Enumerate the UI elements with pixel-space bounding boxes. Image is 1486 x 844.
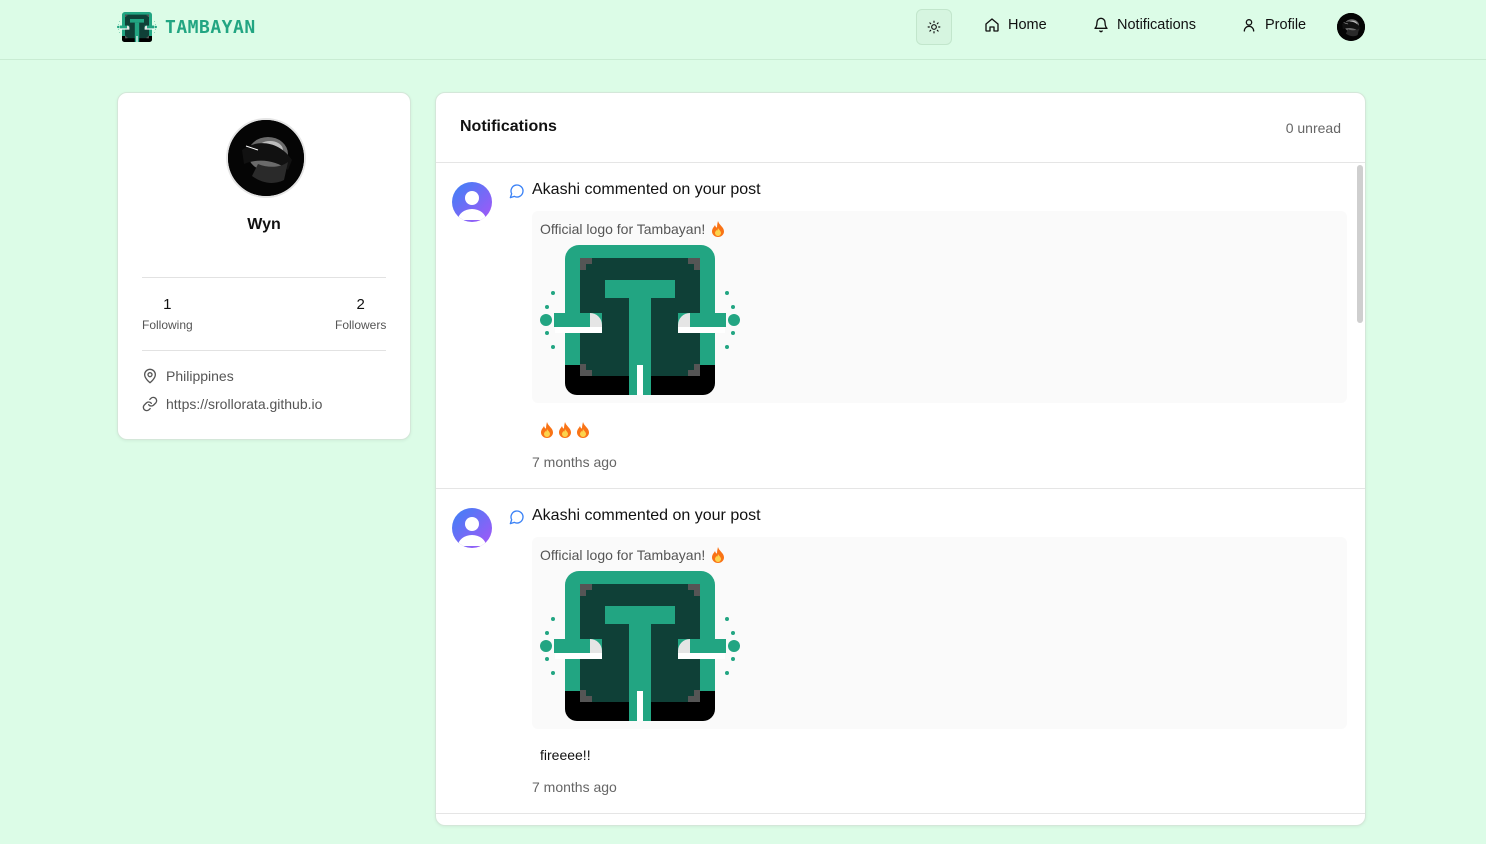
default-user-icon xyxy=(458,517,486,546)
fire-emoji-icon xyxy=(711,221,725,237)
user-avatar-button[interactable] xyxy=(1337,13,1365,41)
following-count: 1 xyxy=(163,296,172,313)
nav-notifications[interactable]: Notifications xyxy=(1093,17,1196,33)
location-text: Philippines xyxy=(166,368,234,384)
map-pin-icon xyxy=(144,368,156,384)
user-icon xyxy=(1243,19,1255,32)
profile-name: Wyn xyxy=(247,216,281,233)
top-navbar: TAMBAYAN Home Notifications Profile xyxy=(0,0,1486,60)
divider xyxy=(142,277,386,278)
link-icon xyxy=(142,396,158,412)
notification-item[interactable]: Akashi commented on your post Official l… xyxy=(436,489,1365,814)
nav-home[interactable]: Home xyxy=(984,17,1047,33)
followers-count: 2 xyxy=(356,296,365,313)
commenter-avatar[interactable] xyxy=(452,182,492,222)
website-row[interactable]: https://srollorata.github.io xyxy=(142,396,322,412)
tambayan-logo xyxy=(117,11,157,43)
fire-emoji-icon xyxy=(576,422,590,438)
post-image xyxy=(540,571,740,721)
notification-time: 7 months ago xyxy=(532,454,617,470)
theme-toggle-button[interactable] xyxy=(916,9,952,45)
comment-content xyxy=(540,422,590,438)
post-caption: Official logo for Tambayan! xyxy=(540,221,725,237)
divider xyxy=(142,350,386,351)
comment-icon xyxy=(509,510,524,525)
sun-icon xyxy=(927,20,941,34)
profile-card: Wyn 1 Following 2 Followers Philippines … xyxy=(117,92,411,440)
post-caption-text: Official logo for Tambayan! xyxy=(540,221,706,237)
comment-content: fireeee!! xyxy=(540,747,591,763)
commenter-avatar[interactable] xyxy=(452,508,492,548)
notifications-list[interactable]: Akashi commented on your post Official l… xyxy=(436,163,1365,825)
following-label: Following xyxy=(142,318,193,332)
notification-time: 7 months ago xyxy=(532,779,617,795)
post-image xyxy=(540,245,740,395)
home-icon xyxy=(985,18,999,32)
unread-count: 0 unread xyxy=(1285,120,1341,136)
brand-name: TAMBAYAN xyxy=(165,16,256,38)
fire-emoji-icon xyxy=(711,547,725,563)
fire-emoji-icon xyxy=(540,422,554,438)
notifications-header: Notifications 0 unread xyxy=(436,93,1365,163)
fire-emoji-icon xyxy=(558,422,572,438)
post-caption: Official logo for Tambayan! xyxy=(540,547,725,563)
following-stat[interactable]: 1 Following xyxy=(142,296,193,332)
nav-home-label: Home xyxy=(1008,17,1047,33)
location-row: Philippines xyxy=(142,368,234,384)
brand-link[interactable]: TAMBAYAN xyxy=(117,11,256,43)
comment-icon xyxy=(509,184,524,199)
website-link[interactable]: https://srollorata.github.io xyxy=(166,396,322,412)
notification-item[interactable]: Akashi commented on your post Official l… xyxy=(436,163,1365,489)
notification-text: Akashi commented on your post xyxy=(532,181,761,198)
post-preview[interactable]: Official logo for Tambayan! xyxy=(532,537,1347,729)
nav-profile-label: Profile xyxy=(1265,17,1307,33)
avatar-image xyxy=(1337,13,1365,41)
nav-notifications-label: Notifications xyxy=(1117,17,1196,33)
notification-text: Akashi commented on your post xyxy=(532,507,761,524)
profile-avatar[interactable] xyxy=(226,118,306,198)
post-caption-text: Official logo for Tambayan! xyxy=(540,547,706,563)
post-preview[interactable]: Official logo for Tambayan! xyxy=(532,211,1347,403)
nav-profile[interactable]: Profile xyxy=(1241,17,1306,33)
followers-stat[interactable]: 2 Followers xyxy=(335,296,386,332)
followers-label: Followers xyxy=(335,318,387,332)
bell-icon xyxy=(1094,17,1108,33)
default-user-icon xyxy=(458,191,486,220)
scrollbar[interactable] xyxy=(1357,165,1363,323)
notifications-title: Notifications xyxy=(460,118,557,135)
avatar-image xyxy=(228,120,304,196)
notifications-panel: Notifications 0 unread Akashi commented … xyxy=(435,92,1366,826)
